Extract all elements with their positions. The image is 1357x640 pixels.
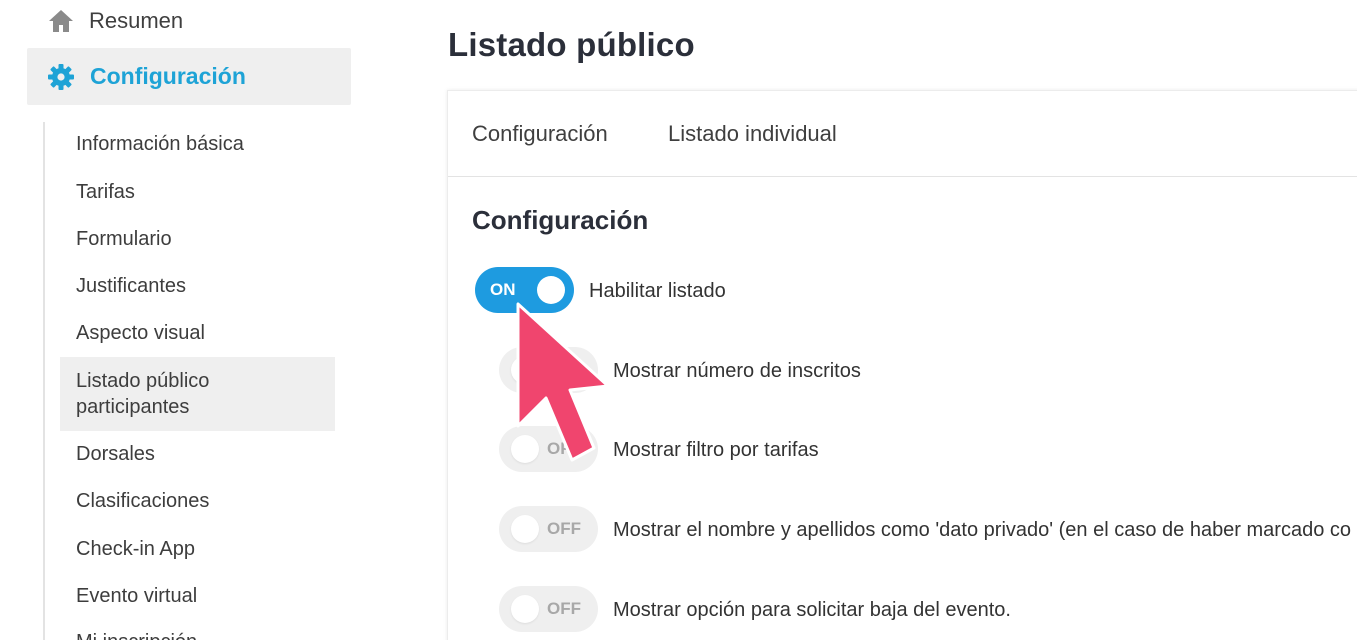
sidebar-item-resumen[interactable]: Resumen: [47, 4, 183, 38]
subnav-item-formulario[interactable]: Formulario: [76, 226, 172, 252]
toggle-state-label: ON: [490, 280, 516, 299]
subnav-item-evento-virtual[interactable]: Evento virtual: [76, 583, 197, 609]
section-title: Configuración: [472, 205, 649, 235]
sidebar-item-label: Resumen: [89, 8, 184, 33]
subnav-item-mi-inscripcion[interactable]: Mi inscripción: [76, 629, 197, 640]
tab-configuracion[interactable]: Configuración: [472, 121, 608, 147]
page-title: Listado público: [448, 26, 695, 63]
toggle-state-label: OFF: [547, 599, 581, 618]
gear-icon: [47, 63, 75, 91]
tab-bar: Configuración Listado individual: [448, 91, 1357, 177]
toggle-mostrar-filtro-tarifas[interactable]: OFF: [499, 426, 598, 472]
tab-listado-individual[interactable]: Listado individual: [668, 121, 837, 147]
subnav-item-listado-publico[interactable]: Listado público participantes: [60, 357, 335, 431]
toggle-state-label: OFF: [547, 360, 581, 379]
subnav-item-aspecto-visual[interactable]: Aspecto visual: [76, 320, 205, 346]
option-label-mostrar-nombre-privado: Mostrar el nombre y apellidos como 'dato…: [613, 519, 1352, 541]
subnav-item-informacion-basica[interactable]: Información básica: [76, 131, 244, 157]
toggle-knob: [537, 276, 565, 304]
toggle-knob: [511, 356, 539, 384]
toggle-knob: [511, 435, 539, 463]
toggle-mostrar-nombre-privado[interactable]: OFF: [499, 506, 598, 552]
home-icon: [47, 7, 75, 35]
subnav-divider: [43, 122, 45, 640]
subnav-item-dorsales[interactable]: Dorsales: [76, 441, 155, 467]
subnav-item-justificantes[interactable]: Justificantes: [76, 273, 186, 299]
toggle-habilitar-listado[interactable]: ON: [475, 267, 574, 313]
toggle-state-label: OFF: [547, 439, 581, 458]
subnav-item-check-in-app[interactable]: Check-in App: [76, 536, 195, 562]
option-label-mostrar-solicitar-baja: Mostrar opción para solicitar baja del e…: [613, 599, 1011, 621]
subnav-item-clasificaciones[interactable]: Clasificaciones: [76, 488, 209, 514]
option-label-mostrar-filtro-tarifas: Mostrar filtro por tarifas: [613, 439, 819, 461]
toggle-mostrar-numero-inscritos[interactable]: OFF: [499, 347, 598, 393]
toggle-knob: [511, 595, 539, 623]
toggle-knob: [511, 515, 539, 543]
toggle-state-label: OFF: [547, 519, 581, 538]
sidebar-item-label: Configuración: [90, 63, 246, 89]
subnav-item-tarifas[interactable]: Tarifas: [76, 179, 135, 205]
sidebar-item-configuracion[interactable]: Configuración: [27, 48, 351, 105]
option-label-habilitar-listado: Habilitar listado: [589, 280, 726, 302]
settings-card: Configuración Listado individual Configu…: [447, 90, 1357, 640]
toggle-mostrar-solicitar-baja[interactable]: OFF: [499, 586, 598, 632]
option-label-mostrar-numero-inscritos: Mostrar número de inscritos: [613, 360, 861, 382]
